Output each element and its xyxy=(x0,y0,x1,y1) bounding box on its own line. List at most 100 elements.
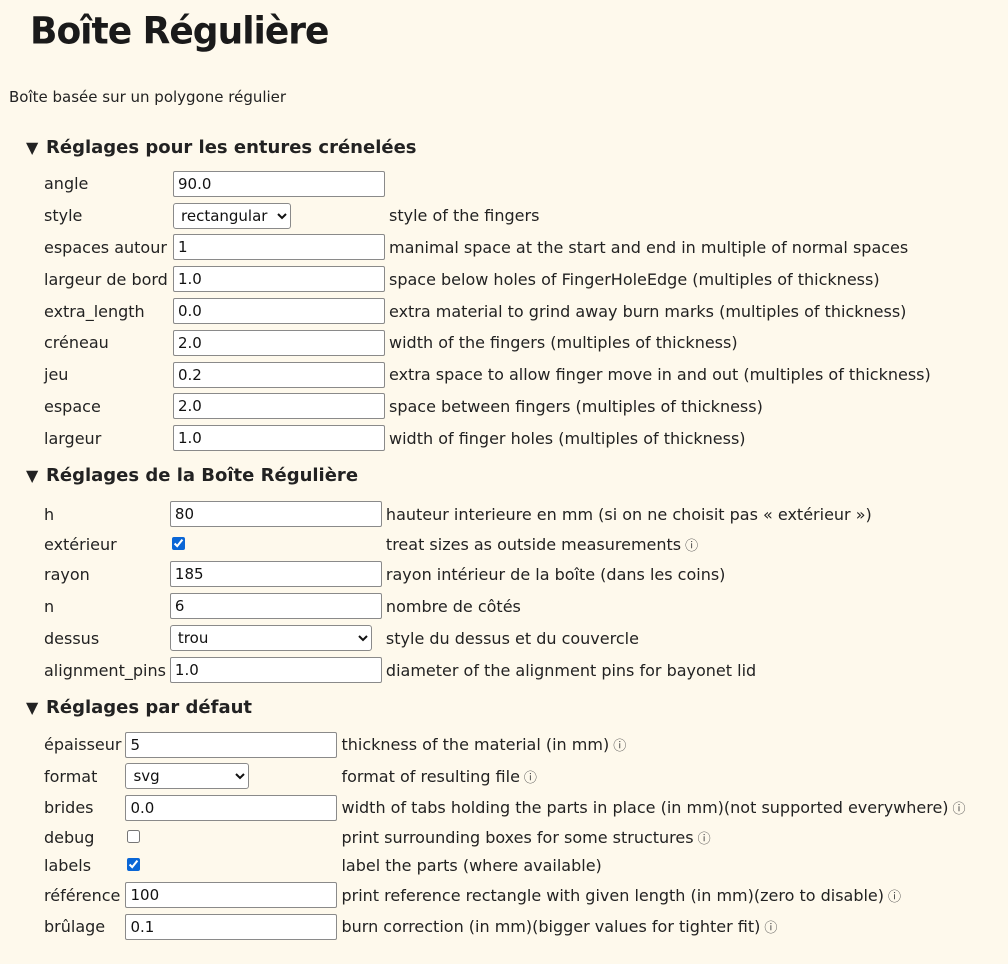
param-row-labels: labels label the parts (where available) xyxy=(43,852,968,880)
espace-input[interactable] xyxy=(173,393,385,420)
param-row-reference: référence print reference rectangle with… xyxy=(43,880,968,912)
section-heading: Réglages pour les entures crénelées xyxy=(46,137,417,158)
largeur-input[interactable] xyxy=(173,425,385,452)
param-description: diameter of the alignment pins for bayon… xyxy=(385,660,757,680)
param-label: style xyxy=(44,206,83,226)
param-label: format xyxy=(44,766,98,786)
param-label: brûlage xyxy=(44,917,106,937)
param-label: rayon xyxy=(44,564,90,584)
param-description xyxy=(387,168,933,200)
param-description: format of resulting file xyxy=(341,766,520,786)
section-heading: Réglages de la Boîte Régulière xyxy=(46,465,359,486)
dessus-select[interactable]: trou xyxy=(169,625,372,651)
info-icon[interactable]: ⓘ xyxy=(764,921,777,936)
param-row-exterieur: extérieur treat sizes as outside measure… xyxy=(43,530,874,558)
param-row-espaces-autour: espaces autour manimal space at the star… xyxy=(43,232,933,264)
param-label: largeur de bord xyxy=(44,269,168,289)
section-defaults-toggle[interactable]: ▼ Réglages par défaut xyxy=(26,697,252,718)
param-description: manimal space at the start and end in mu… xyxy=(389,237,909,257)
param-row-style: style rectangular style of the fingers xyxy=(43,200,933,232)
triangle-down-icon: ▼ xyxy=(26,698,39,717)
creneau-input[interactable] xyxy=(173,329,385,356)
param-description: burn correction (in mm)(bigger values fo… xyxy=(341,917,761,937)
rayon-input[interactable] xyxy=(169,561,382,587)
page: Boîte Régulière Boîte basée sur un polyg… xyxy=(0,0,1008,964)
param-row-largeur: largeur width of finger holes (multiples… xyxy=(43,422,933,454)
info-icon[interactable]: ⓘ xyxy=(613,739,626,754)
param-row-dessus: dessus trou style du dessus et du couver… xyxy=(43,622,874,654)
largeur-de-bord-input[interactable] xyxy=(173,266,385,293)
param-row-format: format svg format of resulting file ⓘ xyxy=(43,761,968,793)
jeu-input[interactable] xyxy=(173,361,385,388)
param-row-largeur-de-bord: largeur de bord space below holes of Fin… xyxy=(43,263,933,295)
param-description: hauteur interieure en mm (si on ne chois… xyxy=(385,504,872,524)
param-row-brides: brides width of tabs holding the parts i… xyxy=(43,792,968,824)
param-label: épaisseur xyxy=(44,735,122,755)
param-row-brulage: brûlage burn correction (in mm)(bigger v… xyxy=(43,911,968,943)
section-heading: Réglages par défaut xyxy=(46,697,253,718)
labels-checkbox[interactable] xyxy=(127,858,141,871)
param-label: alignment_pins xyxy=(44,660,166,680)
param-description: label the parts (where available) xyxy=(341,856,602,875)
param-row-h: h hauteur interieure en mm (si on ne cho… xyxy=(43,498,874,530)
regular-box-settings-table: h hauteur interieure en mm (si on ne cho… xyxy=(43,498,874,686)
info-icon[interactable]: ⓘ xyxy=(698,832,711,847)
format-select[interactable]: svg xyxy=(125,763,250,790)
brides-input[interactable] xyxy=(125,794,338,821)
style-select[interactable]: rectangular xyxy=(173,202,291,229)
param-label: espaces autour xyxy=(44,237,167,257)
param-label: dessus xyxy=(44,628,100,648)
param-row-rayon: rayon rayon intérieur de la boîte (dans … xyxy=(43,558,874,590)
page-subtitle: Boîte basée sur un polygone régulier xyxy=(9,88,287,106)
section-regular-box-toggle[interactable]: ▼ Réglages de la Boîte Régulière xyxy=(26,465,358,486)
param-description: rayon intérieur de la boîte (dans les co… xyxy=(385,564,726,584)
param-description: space below holes of FingerHoleEdge (mul… xyxy=(389,269,880,289)
debug-checkbox[interactable] xyxy=(127,830,141,843)
param-label: brides xyxy=(44,798,94,818)
triangle-down-icon: ▼ xyxy=(26,466,39,485)
param-description: space between fingers (multiples of thic… xyxy=(389,396,763,416)
extra-length-input[interactable] xyxy=(173,298,385,325)
param-description: nombre de côtés xyxy=(385,596,521,616)
param-description: treat sizes as outside measurements xyxy=(385,534,682,554)
param-row-angle: angle xyxy=(43,168,933,200)
reference-input[interactable] xyxy=(125,882,338,909)
param-row-alignment-pins: alignment_pins diameter of the alignment… xyxy=(43,654,874,686)
brulage-input[interactable] xyxy=(125,913,338,940)
param-row-creneau: créneau width of the fingers (multiples … xyxy=(43,327,933,359)
angle-input[interactable] xyxy=(173,170,385,197)
param-description: width of finger holes (multiples of thic… xyxy=(389,428,746,448)
param-label: debug xyxy=(44,828,95,847)
espaces-autour-input[interactable] xyxy=(173,234,385,261)
info-icon[interactable]: ⓘ xyxy=(685,539,698,554)
param-label: référence xyxy=(44,885,121,905)
param-description: width of the fingers (multiples of thick… xyxy=(389,333,738,353)
param-description: extra material to grind away burn marks … xyxy=(389,301,907,321)
param-label: extra_length xyxy=(44,301,145,321)
section-finger-joints-toggle[interactable]: ▼ Réglages pour les entures crénelées xyxy=(26,137,417,158)
h-input[interactable] xyxy=(169,501,382,527)
param-description: width of tabs holding the parts in place… xyxy=(341,798,949,818)
default-settings-table: épaisseur thickness of the material (in … xyxy=(43,729,968,943)
exterieur-checkbox[interactable] xyxy=(171,536,185,550)
param-description: extra space to allow finger move in and … xyxy=(389,365,931,385)
info-icon[interactable]: ⓘ xyxy=(888,890,901,905)
n-input[interactable] xyxy=(169,593,382,619)
epaisseur-input[interactable] xyxy=(125,731,338,758)
param-description: print reference rectangle with given len… xyxy=(341,885,885,905)
param-row-epaisseur: épaisseur thickness of the material (in … xyxy=(43,729,968,761)
param-row-jeu: jeu extra space to allow finger move in … xyxy=(43,359,933,391)
param-label: angle xyxy=(44,174,89,194)
param-label: largeur xyxy=(44,428,102,448)
param-description: style du dessus et du couvercle xyxy=(385,628,639,648)
param-row-debug: debug print surrounding boxes for some s… xyxy=(43,824,968,852)
alignment-pins-input[interactable] xyxy=(169,657,382,683)
param-label: n xyxy=(44,596,55,616)
info-icon[interactable]: ⓘ xyxy=(953,802,966,817)
param-row-espace: espace space between fingers (multiples … xyxy=(43,391,933,423)
page-title: Boîte Régulière xyxy=(30,10,329,54)
param-description: style of the fingers xyxy=(389,206,540,226)
param-description: thickness of the material (in mm) xyxy=(341,735,610,755)
info-icon[interactable]: ⓘ xyxy=(524,771,537,786)
param-label: espace xyxy=(44,396,101,416)
